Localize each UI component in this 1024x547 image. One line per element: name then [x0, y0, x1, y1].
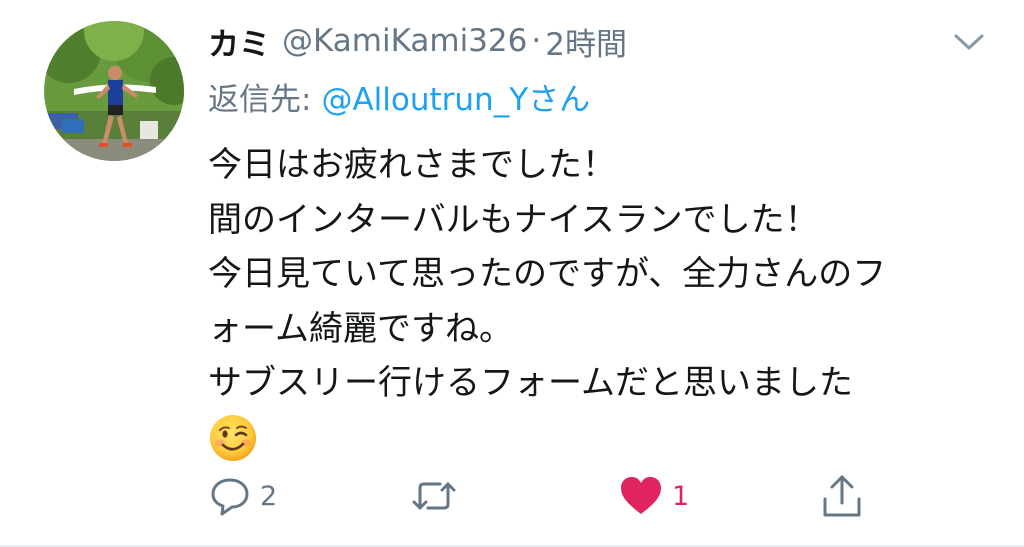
user-handle[interactable]: @KamiKami326	[282, 23, 527, 59]
more-options-chevron-down-icon[interactable]	[951, 30, 987, 54]
reply-button[interactable]: 2	[208, 470, 277, 522]
reply-target-link[interactable]: @Alloutrun_Yさん	[321, 74, 590, 119]
tweet-text-line: サブスリー行けるフォームだと思いました	[208, 363, 853, 403]
tweet-text-line: 間のインターバルもナイスランでした！	[208, 199, 819, 240]
tweet-text-line: 今日はお疲れさまでした！	[208, 145, 616, 185]
display-name[interactable]: カミ	[208, 19, 270, 64]
avatar-photo	[44, 21, 184, 161]
reply-context: 返信先: @Alloutrun_Yさん	[208, 74, 590, 118]
tweet-actions: 2 1	[208, 470, 888, 522]
retweet-icon	[412, 482, 456, 510]
reply-count: 2	[260, 480, 278, 512]
winking-face-emoji	[208, 413, 988, 471]
tweet-header: カミ @KamiKami326 · 2時間	[208, 18, 627, 64]
avatar[interactable]	[44, 21, 184, 161]
tweet-text-line: ォーム綺麗ですね。	[208, 308, 513, 349]
separator-dot: ·	[531, 23, 542, 59]
share-upload-icon	[823, 475, 861, 517]
winking-face-icon	[210, 414, 256, 461]
retweet-button[interactable]	[410, 470, 466, 522]
like-count: 1	[672, 480, 690, 512]
tweet-body: 今日はお疲れさまでした！ 間のインターバルもナイスランでした！ 今日見ていて思っ…	[208, 138, 988, 471]
tweet: カミ @KamiKami326 · 2時間 返信先: @Alloutrun_Yさ…	[0, 0, 1024, 547]
tweet-text-line: 今日見ていて思ったのですが、全力さんのフ	[208, 254, 887, 294]
share-button[interactable]	[820, 470, 864, 522]
timestamp[interactable]: 2時間	[545, 19, 627, 64]
heart-icon	[621, 477, 661, 514]
reply-speech-bubble-icon	[211, 478, 249, 516]
reply-prefix: 返信先:	[208, 81, 312, 118]
like-button[interactable]: 1	[618, 470, 689, 522]
